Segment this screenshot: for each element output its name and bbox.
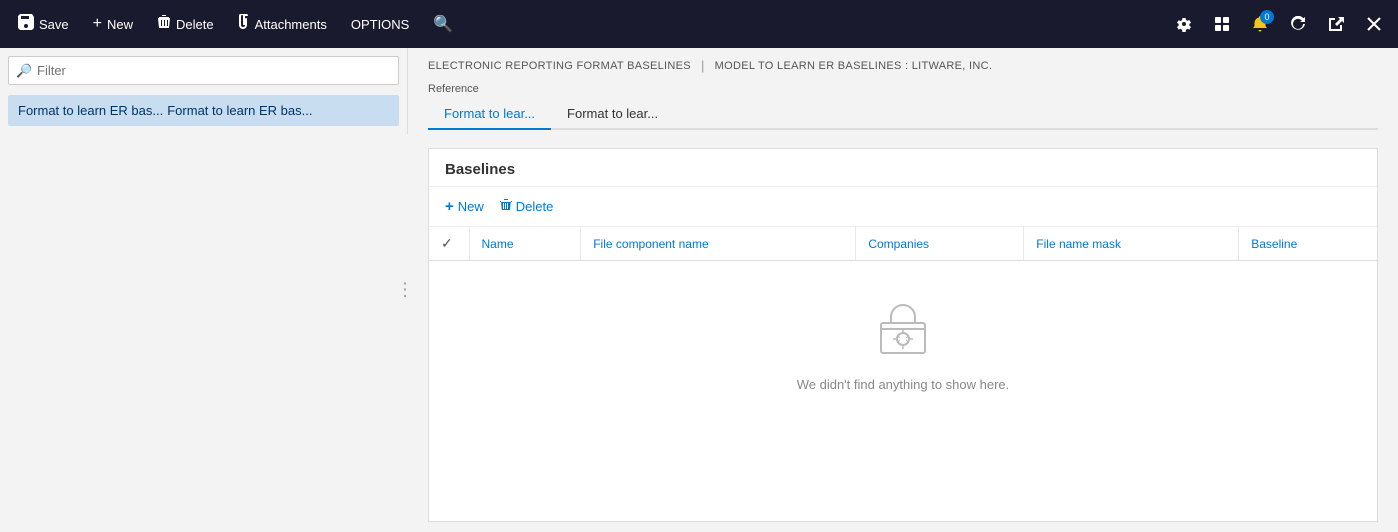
filter-wrap: 🔎 xyxy=(8,56,399,85)
breadcrumb-part2: MODEL TO LEARN ER BASELINES : LITWARE, I… xyxy=(715,60,993,72)
refresh-button[interactable] xyxy=(1282,8,1314,40)
title-bar-right: 0 xyxy=(1168,8,1390,40)
plus-icon: + xyxy=(445,198,454,215)
baselines-new-button[interactable]: + New xyxy=(445,195,484,218)
sidebar: 🔎 Format to learn ER bas... Format to le… xyxy=(0,48,408,134)
search-icon: 🔍 xyxy=(433,14,453,34)
reference-label: Reference xyxy=(428,83,1378,95)
sidebar-container: 🔎 Format to learn ER bas... Format to le… xyxy=(0,48,408,532)
save-label: Save xyxy=(39,17,69,32)
paperclip-icon xyxy=(238,14,250,34)
col-file-component: File component name xyxy=(581,227,856,261)
list-item[interactable]: Format to learn ER bas... Format to lear… xyxy=(8,95,399,126)
office-icon-button[interactable] xyxy=(1206,8,1238,40)
baselines-new-label: New xyxy=(458,199,484,214)
tab-format-2[interactable]: Format to lear... xyxy=(551,99,674,130)
baselines-toolbar: + New Delete xyxy=(429,187,1377,227)
notification-badge: 0 xyxy=(1260,10,1274,24)
tab-format-1[interactable]: Format to lear... xyxy=(428,99,551,130)
settings-icon-button[interactable] xyxy=(1168,8,1200,40)
col-check: ✓ xyxy=(429,227,469,261)
baselines-delete-label: Delete xyxy=(516,199,554,214)
empty-state-text: We didn't find anything to show here. xyxy=(797,377,1010,392)
options-label: OPTIONS xyxy=(351,17,410,32)
filter-input[interactable] xyxy=(8,56,399,85)
new-label: New xyxy=(107,17,133,32)
delete-icon xyxy=(157,14,171,34)
empty-state: We didn't find anything to show here. xyxy=(429,261,1377,432)
options-button[interactable]: OPTIONS xyxy=(341,11,420,38)
save-icon xyxy=(18,14,34,34)
attachments-button[interactable]: Attachments xyxy=(228,8,337,40)
col-name: Name xyxy=(469,227,581,261)
resize-handle[interactable]: ⋮ xyxy=(396,280,414,301)
content-area: ELECTRONIC REPORTING FORMAT BASELINES | … xyxy=(408,48,1398,532)
trash-icon xyxy=(500,198,512,215)
baselines-panel: Baselines + New Delete ✓ xyxy=(428,148,1378,522)
reference-tabs: Format to lear... Format to lear... xyxy=(428,99,1378,130)
baselines-delete-button[interactable]: Delete xyxy=(500,195,554,218)
attachments-label: Attachments xyxy=(255,17,327,32)
col-companies: Companies xyxy=(856,227,1024,261)
breadcrumb-separator: | xyxy=(701,58,705,73)
delete-button[interactable]: Delete xyxy=(147,8,224,40)
baselines-table: ✓ Name File component name Companies Fil… xyxy=(429,227,1377,521)
sidebar-list: Format to learn ER bas... Format to lear… xyxy=(8,95,399,126)
notification-button[interactable]: 0 xyxy=(1244,8,1276,40)
delete-label: Delete xyxy=(176,17,214,32)
filter-icon: 🔎 xyxy=(16,63,32,79)
plus-icon: + xyxy=(93,15,102,33)
external-link-button[interactable] xyxy=(1320,8,1352,40)
breadcrumb: ELECTRONIC REPORTING FORMAT BASELINES | … xyxy=(408,48,1398,79)
baselines-title: Baselines xyxy=(429,149,1377,187)
close-button[interactable] xyxy=(1358,8,1390,40)
search-button[interactable]: 🔍 xyxy=(423,8,463,40)
table-header-row: ✓ Name File component name Companies Fil… xyxy=(429,227,1377,261)
col-file-mask: File name mask xyxy=(1024,227,1239,261)
item-label-2: Format to learn ER bas... xyxy=(167,103,312,118)
reference-section: Reference Format to lear... Format to le… xyxy=(408,79,1398,138)
save-button[interactable]: Save xyxy=(8,8,79,40)
main-layout: 🔎 Format to learn ER bas... Format to le… xyxy=(0,48,1398,532)
item-label-1: Format to learn ER bas... xyxy=(18,103,163,118)
title-bar: Save + New Delete Attachments OPTIONS 🔍 … xyxy=(0,0,1398,48)
new-button[interactable]: + New xyxy=(83,9,143,39)
col-baseline: Baseline xyxy=(1239,227,1377,261)
breadcrumb-part1: ELECTRONIC REPORTING FORMAT BASELINES xyxy=(428,60,691,72)
